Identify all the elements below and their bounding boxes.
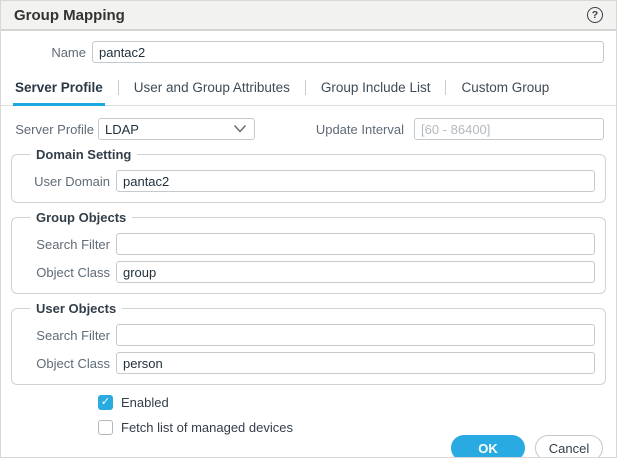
- group-object-class-input[interactable]: [116, 261, 595, 283]
- domain-setting-legend: Domain Setting: [36, 147, 132, 162]
- dialog-title: Group Mapping: [14, 6, 125, 24]
- user-object-class-label: Object Class: [36, 355, 110, 371]
- tab-divider: [117, 80, 119, 95]
- user-search-filter-input[interactable]: [116, 324, 595, 346]
- user-domain-input[interactable]: [116, 170, 595, 192]
- chevron-down-icon: [234, 125, 246, 133]
- update-interval-input[interactable]: [414, 118, 604, 140]
- name-input[interactable]: [92, 41, 604, 63]
- domain-setting-group: Domain Setting User Domain: [11, 147, 606, 203]
- enabled-checkbox-label: Enabled: [121, 395, 169, 410]
- group-search-filter-row: Search Filter: [22, 233, 595, 255]
- ok-button[interactable]: OK: [451, 435, 525, 457]
- name-row: Name: [1, 41, 604, 63]
- tab-divider: [304, 80, 306, 95]
- server-profile-row: Server Profile LDAP Update Interval: [1, 118, 604, 140]
- group-search-filter-label: Search Filter: [36, 236, 110, 252]
- group-objects-group: Group Objects Search Filter Object Class: [11, 210, 606, 294]
- user-domain-row: User Domain: [22, 170, 595, 192]
- tab-user-and-group-attributes[interactable]: User and Group Attributes: [132, 76, 292, 106]
- tab-custom-group[interactable]: Custom Group: [459, 76, 551, 106]
- tab-divider: [445, 80, 447, 95]
- group-object-class-label: Object Class: [36, 264, 110, 280]
- server-profile-select[interactable]: LDAP: [98, 118, 255, 140]
- user-objects-group: User Objects Search Filter Object Class: [11, 301, 606, 385]
- server-profile-value: LDAP: [105, 121, 139, 137]
- fetch-managed-devices-checkbox-label: Fetch list of managed devices: [121, 420, 293, 435]
- user-object-class-row: Object Class: [22, 352, 595, 374]
- server-profile-label: Server Profile: [15, 121, 94, 137]
- dialog-title-bar: Group Mapping ?: [1, 1, 616, 31]
- tab-bar: Server Profile User and Group Attributes…: [1, 76, 616, 106]
- group-objects-legend: Group Objects: [36, 210, 127, 225]
- tab-group-include-list[interactable]: Group Include List: [319, 76, 433, 106]
- update-interval-label: Update Interval: [315, 121, 404, 137]
- user-search-filter-label: Search Filter: [36, 327, 110, 343]
- group-search-filter-input[interactable]: [116, 233, 595, 255]
- tab-server-profile[interactable]: Server Profile: [13, 76, 105, 106]
- enabled-checkbox[interactable]: ✓: [98, 395, 113, 410]
- help-icon[interactable]: ?: [587, 7, 603, 23]
- fetch-managed-devices-checkbox[interactable]: [98, 420, 113, 435]
- user-object-class-input[interactable]: [116, 352, 595, 374]
- fetch-managed-devices-checkbox-row[interactable]: Fetch list of managed devices: [98, 420, 616, 435]
- user-search-filter-row: Search Filter: [22, 324, 595, 346]
- check-icon: ✓: [100, 396, 111, 408]
- name-label: Name: [51, 44, 86, 60]
- user-objects-legend: User Objects: [36, 301, 117, 316]
- cancel-button[interactable]: Cancel: [535, 435, 603, 457]
- dialog-footer: OK Cancel: [1, 435, 616, 457]
- user-domain-label: User Domain: [34, 173, 110, 189]
- group-object-class-row: Object Class: [22, 261, 595, 283]
- group-mapping-dialog: Group Mapping ? Name Server Profile User…: [0, 0, 617, 458]
- enabled-checkbox-row[interactable]: ✓ Enabled: [98, 395, 616, 410]
